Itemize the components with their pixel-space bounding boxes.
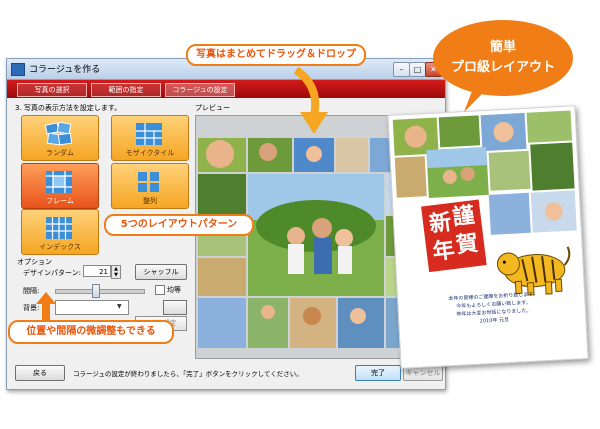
layout-label: モザイクタイル (125, 149, 175, 157)
back-button[interactable]: 戻る (15, 365, 65, 381)
badge-line-pro-layout: プロ級レイアウト (450, 60, 555, 75)
layout-label: 整列 (143, 197, 157, 205)
card-title-char: 年 (431, 236, 457, 266)
grid-layout-icon (138, 172, 159, 192)
layout-frame-button[interactable]: フレーム (21, 163, 99, 209)
layout-index-button[interactable]: インデックス (21, 209, 99, 255)
layout-label: インデックス (39, 243, 81, 251)
random-layout-icon (45, 122, 73, 146)
layout-label: フレーム (46, 197, 74, 205)
easy-pro-layout-badge: 簡単 プロ級レイアウト (430, 16, 576, 114)
minimize-button[interactable]: – (393, 62, 410, 77)
arrow-up-icon (36, 292, 56, 322)
wizard-step-bar: 写真の選択 範囲の指定 コラージュの設定 (7, 80, 445, 98)
frame-layout-icon (46, 171, 72, 193)
new-year-card: 新 謹 年 賀 本年の皆様のご健康をお祈り致します。 今年もよろしくお願い致しま… (387, 105, 589, 369)
shuffle-button[interactable]: シャッフル (135, 264, 187, 280)
design-pattern-input[interactable]: 21 (83, 265, 111, 277)
equal-spacing-label: 均等 (167, 286, 181, 294)
app-icon (11, 63, 25, 76)
index-layout-icon (46, 217, 72, 239)
curved-arrow-icon (293, 66, 328, 134)
card-title-char: 新 (427, 209, 453, 238)
maximize-button[interactable]: □ (409, 62, 426, 77)
layout-random-button[interactable]: ランダム (21, 115, 99, 161)
badge-line-easy: 簡単 (489, 40, 516, 55)
layout-mosaic-button[interactable]: モザイクタイル (111, 115, 189, 161)
spacing-slider-thumb[interactable] (91, 284, 100, 298)
card-title-char: 謹 (451, 202, 477, 231)
design-pattern-label: デザインパターン: (23, 269, 82, 277)
status-text: コラージュの設定が終わりましたら、「完了」ボタンをクリックしてください。 (73, 370, 303, 378)
layout-label: ランダム (46, 149, 74, 157)
options-group-label: オプション (17, 258, 52, 266)
card-title-stamp: 新 謹 年 賀 (421, 199, 487, 273)
layout-patterns-callout: 5つのレイアウトパターン (104, 214, 254, 236)
step-select-photos[interactable]: 写真の選択 (17, 83, 87, 97)
design-pattern-spinner[interactable]: ▲ ▼ (111, 265, 121, 279)
spacing-slider-track[interactable] (55, 289, 145, 294)
card-title-char: 賀 (454, 230, 480, 259)
drag-drop-callout: 写真はまとめてドラッグ＆ドロップ (186, 44, 366, 66)
background-color-button[interactable] (163, 300, 187, 315)
card-greeting-text: 本年の皆様のご健康をお祈り致します。 今年もよろしくお願い致します。 昨年は大変… (428, 289, 559, 328)
fine-adjust-callout: 位置や間隔の微調整もできる (8, 320, 174, 344)
mosaic-layout-icon (136, 123, 162, 145)
badge-text: 簡単 プロ級レイアウト (430, 16, 576, 108)
finish-button[interactable]: 完了 (355, 365, 401, 381)
step-specify-range[interactable]: 範囲の指定 (91, 83, 161, 97)
instruction-text: 3. 写真の表示方法を設定します。 (15, 104, 122, 112)
window-title: コラージュを作る (29, 65, 101, 75)
preview-label: プレビュー (195, 104, 230, 112)
equal-spacing-checkbox[interactable] (155, 285, 165, 295)
step-collage-settings[interactable]: コラージュの設定 (165, 83, 235, 97)
layout-grid-button[interactable]: 整列 (111, 163, 189, 209)
chevron-down-icon: ▼ (117, 303, 122, 310)
